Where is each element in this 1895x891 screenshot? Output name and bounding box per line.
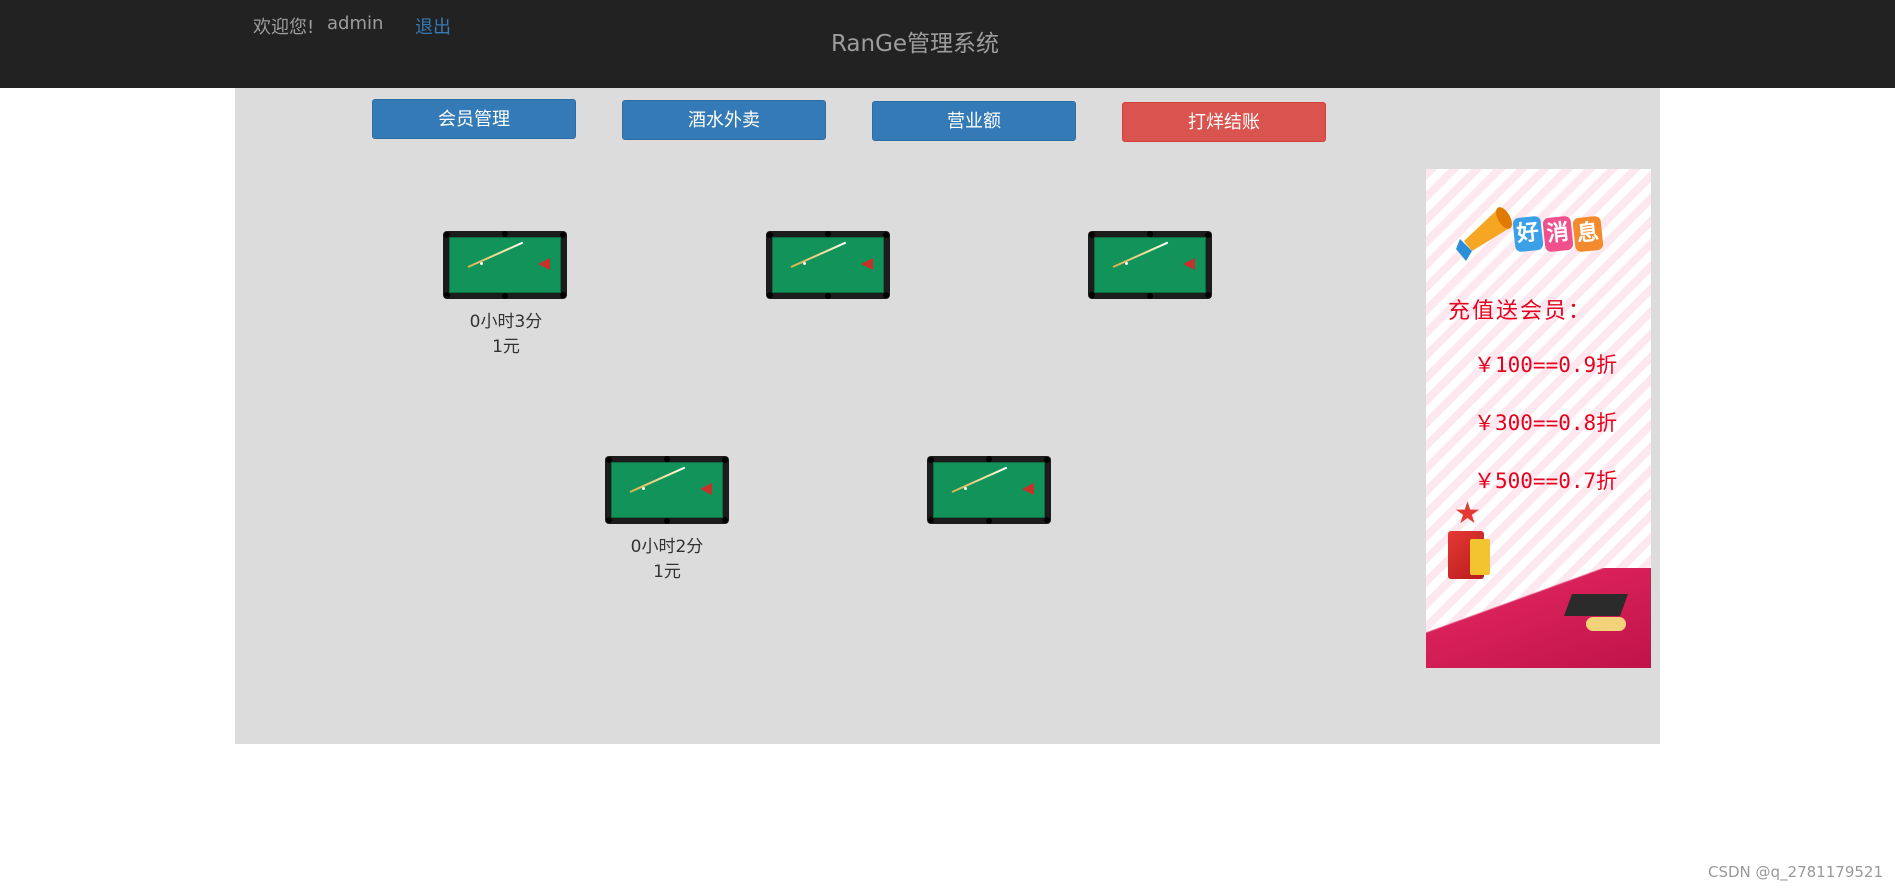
pocket-icon — [1089, 292, 1095, 298]
pocket-icon — [1205, 232, 1211, 238]
pocket-icon — [502, 231, 508, 237]
pocket-icon — [767, 292, 773, 298]
revenue-button[interactable]: 营业额 — [872, 101, 1076, 141]
pocket-icon — [928, 517, 934, 523]
billiard-table-4[interactable] — [605, 456, 729, 524]
member-management-button[interactable]: 会员管理 — [372, 99, 576, 139]
pocket-icon — [664, 456, 670, 462]
logout-link[interactable]: 退出 — [415, 13, 451, 39]
pocket-icon — [825, 231, 831, 237]
star-icon: ★ — [1454, 496, 1481, 531]
diploma-icon — [1586, 617, 1626, 631]
billiard-table-5[interactable] — [927, 456, 1051, 524]
ball-rack-icon — [861, 258, 873, 270]
pocket-icon — [560, 292, 566, 298]
pocket-icon — [606, 457, 612, 463]
promo-offer-1: ￥100==0.9折 — [1474, 353, 1618, 377]
pocket-icon — [928, 457, 934, 463]
table-4-time: 0小时2分 — [630, 537, 704, 557]
pocket-icon — [444, 232, 450, 238]
cue-stick-icon — [1112, 241, 1169, 268]
pocket-icon — [722, 517, 728, 523]
table-felt — [772, 237, 884, 293]
cue-stick-icon — [951, 466, 1008, 493]
promo-offer-3: ￥500==0.7折 — [1474, 469, 1618, 493]
gift-bag-icon — [1470, 539, 1490, 575]
billiard-table-2[interactable] — [766, 231, 890, 299]
banner-char: 好 — [1512, 215, 1544, 253]
close-checkout-button[interactable]: 打烊结账 — [1122, 102, 1326, 142]
username: admin — [327, 13, 384, 34]
table-felt — [449, 237, 561, 293]
pocket-icon — [1147, 231, 1153, 237]
ball-rack-icon — [700, 483, 712, 495]
pocket-icon — [1044, 457, 1050, 463]
banner-char: 消 — [1542, 215, 1574, 253]
good-news-banner: 好 消 息 — [1456, 199, 1626, 279]
graduation-cap-icon — [1563, 594, 1629, 616]
table-1-time: 0小时3分 — [469, 312, 543, 332]
top-navbar: 欢迎您! admin 退出 RanGe管理系统 — [0, 0, 1895, 88]
pocket-icon — [606, 517, 612, 523]
pocket-icon — [444, 292, 450, 298]
pocket-icon — [664, 518, 670, 524]
pocket-icon — [986, 456, 992, 462]
billiard-table-3[interactable] — [1088, 231, 1212, 299]
drinks-takeout-button[interactable]: 酒水外卖 — [622, 100, 826, 140]
pocket-icon — [883, 292, 889, 298]
promo-offer-2: ￥300==0.8折 — [1474, 411, 1618, 435]
pocket-icon — [502, 293, 508, 299]
app-title: RanGe管理系统 — [830, 31, 1000, 57]
pocket-icon — [883, 232, 889, 238]
pocket-icon — [1147, 293, 1153, 299]
promo-heading: 充值送会员： — [1448, 299, 1593, 324]
table-1-cost: 1元 — [492, 337, 520, 357]
pocket-icon — [986, 518, 992, 524]
cue-stick-icon — [790, 241, 847, 268]
ball-rack-icon — [538, 258, 550, 270]
pocket-icon — [560, 232, 566, 238]
pocket-icon — [722, 457, 728, 463]
watermark: CSDN @q_2781179521 — [1708, 863, 1883, 881]
ball-rack-icon — [1022, 483, 1034, 495]
billiard-table-1[interactable] — [443, 231, 567, 299]
promo-poster: 好 消 息 充值送会员： ￥100==0.9折 ￥300==0.8折 ￥500=… — [1426, 169, 1651, 668]
pocket-icon — [825, 293, 831, 299]
pocket-icon — [1089, 232, 1095, 238]
pocket-icon — [767, 232, 773, 238]
pocket-icon — [1044, 517, 1050, 523]
table-4-cost: 1元 — [653, 562, 681, 582]
megaphone-icon — [1456, 207, 1512, 261]
welcome-text: 欢迎您! — [253, 17, 315, 38]
table-felt — [611, 462, 723, 518]
ball-rack-icon — [1183, 258, 1195, 270]
pocket-icon — [1205, 292, 1211, 298]
banner-char: 息 — [1572, 215, 1604, 253]
cue-stick-icon — [629, 466, 686, 493]
table-felt — [1094, 237, 1206, 293]
table-felt — [933, 462, 1045, 518]
cue-stick-icon — [467, 241, 524, 268]
